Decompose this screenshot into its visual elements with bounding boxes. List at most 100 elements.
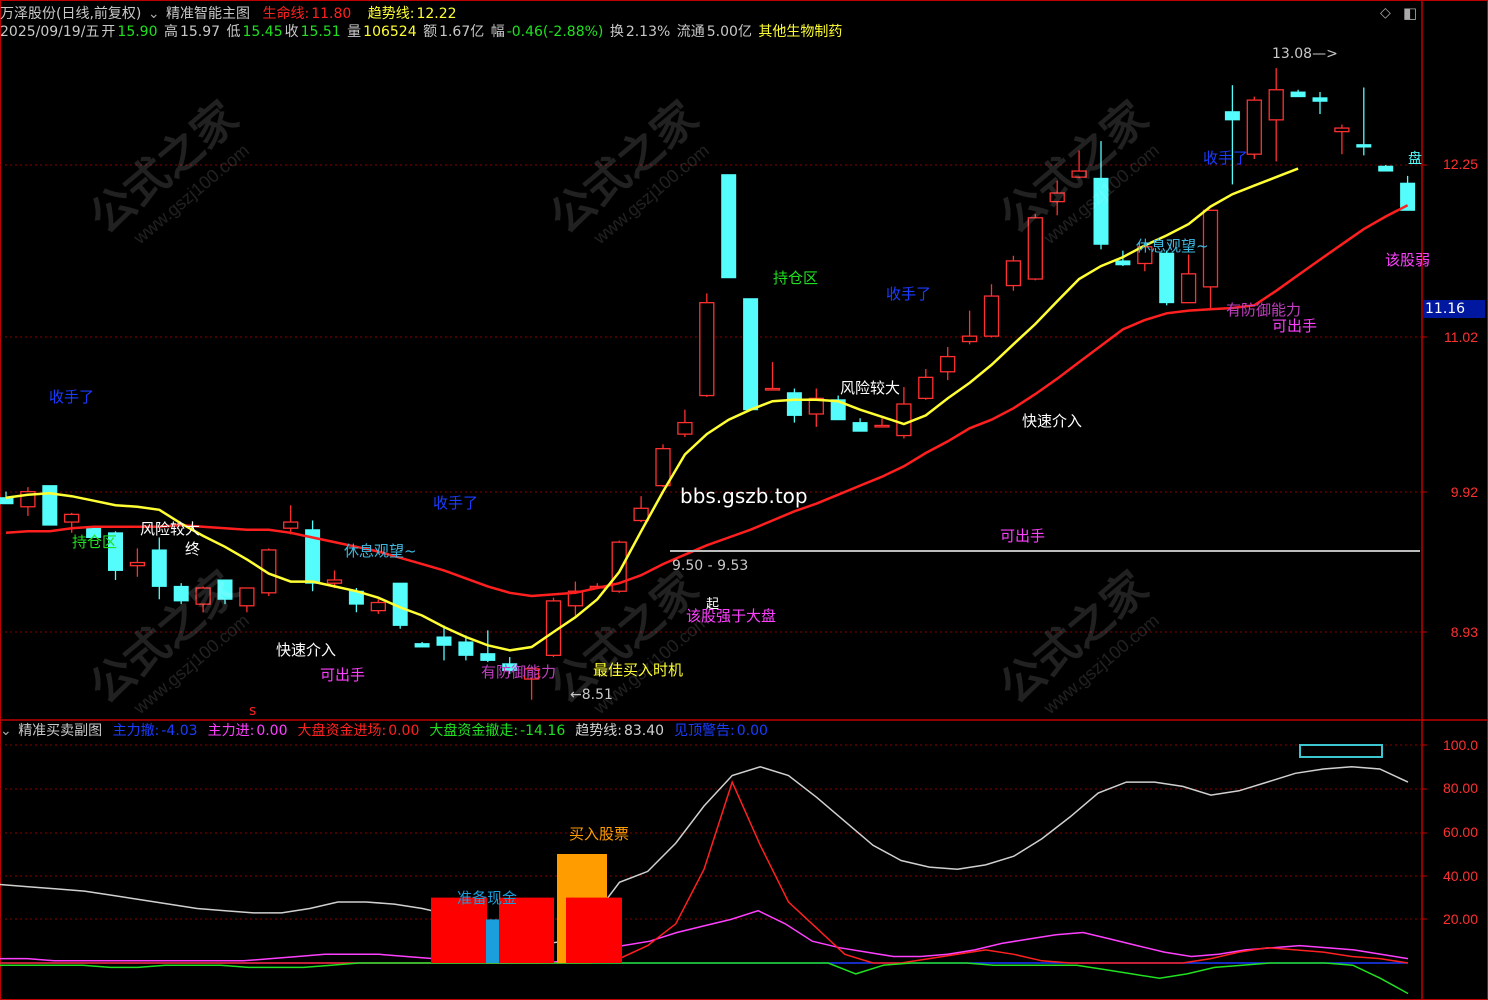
candle — [1400, 175, 1416, 211]
candle — [940, 347, 956, 381]
price-tick: 12.25 — [1442, 156, 1478, 172]
candle — [743, 298, 759, 411]
candle-body — [677, 421, 693, 435]
candle-body — [1071, 170, 1087, 178]
stock-title[interactable]: 万泽股份(日线,前复权) — [0, 6, 141, 22]
candle-body — [655, 447, 671, 487]
high-label: 高 — [163, 24, 178, 40]
candle-body — [1334, 127, 1350, 133]
candle — [1027, 214, 1043, 281]
indicator-name[interactable]: 精准智能主图 — [166, 6, 250, 22]
candle-body — [1115, 260, 1131, 266]
price-tick: 11.02 — [1444, 329, 1478, 345]
candle — [1290, 89, 1306, 98]
sub-indicator-label: 主力撤: — [112, 723, 160, 739]
open-value: 15.90 — [117, 24, 158, 40]
sector-name[interactable]: 其他生物制药 — [758, 24, 842, 40]
dropdown-icon[interactable]: ⌄ — [148, 6, 160, 22]
candle — [721, 174, 737, 279]
sub-indicator-name[interactable]: 精准买卖副图 — [18, 723, 102, 739]
life-line — [5, 204, 1409, 598]
candle — [983, 284, 1000, 338]
candle-body — [1027, 217, 1043, 280]
candle-body — [1356, 144, 1372, 148]
sub-indicator-label: 大盘资金撤走: — [429, 723, 519, 739]
candle-body — [326, 579, 343, 584]
candle-body — [1312, 97, 1328, 102]
candle — [1356, 87, 1372, 156]
candle — [633, 496, 649, 523]
start-label: 起 — [706, 597, 720, 612]
sub-indicator-value: 0.00 — [736, 723, 768, 739]
stronger-than-market-label: 该股强于大盘 — [686, 607, 777, 625]
stop-label: 收手了 — [886, 285, 932, 303]
market-out-line — [0, 962, 1409, 995]
amount-value: 1.67亿 — [439, 24, 485, 40]
best-buy-label: 最佳买入时机 — [593, 661, 684, 679]
change-value: -0.46(-2.88%) — [506, 24, 604, 40]
candle-body — [896, 403, 912, 437]
stop-label: 收手了 — [49, 388, 95, 406]
rest-label: 休息观望~ — [344, 542, 417, 560]
sub-tick: 80.00 — [1442, 780, 1478, 796]
sub-indicator-item: 大盘资金撤走: -14.16 — [429, 723, 567, 739]
low-value: 15.45 — [242, 24, 283, 40]
quote-date: 2025/09/19/五 — [0, 24, 100, 40]
candle-body — [1049, 192, 1065, 203]
candle-body — [129, 561, 146, 567]
trend-line-label: 趋势线: — [367, 6, 415, 22]
website-label: bbs.gszb.top — [680, 484, 808, 508]
life-line-value: 11.80 — [311, 6, 352, 22]
sub-bar — [431, 897, 487, 963]
candle — [961, 310, 978, 345]
candle — [567, 581, 584, 616]
turnover-label: 换 — [609, 24, 624, 40]
candle — [1224, 85, 1240, 185]
candle-body — [1180, 273, 1197, 304]
window-toggle-icon[interactable]: ◧ — [1403, 4, 1417, 22]
sub-indicator-value: -4.03 — [161, 723, 198, 739]
life-line-label: 生命线: — [262, 6, 310, 22]
candle — [1202, 209, 1219, 308]
sub-chart-bars — [431, 854, 622, 963]
defense-label: 有防御能力 — [481, 663, 557, 681]
risk-label: 风险较大 — [840, 379, 901, 397]
float-label: 流通 — [676, 24, 705, 40]
candle-body — [1290, 91, 1306, 98]
candle-body — [786, 392, 802, 416]
candle — [1159, 250, 1175, 306]
candle-body — [195, 587, 211, 605]
price-tick: 9.92 — [1450, 484, 1478, 500]
sub-indicator-value: 0.00 — [388, 723, 420, 739]
candle-body — [918, 376, 934, 400]
sub-indicator-value: 83.40 — [623, 723, 665, 739]
sub-indicator-value: -14.16 — [520, 723, 566, 739]
candle-body — [217, 579, 233, 600]
candle-body — [1268, 89, 1284, 121]
candle — [1071, 150, 1087, 179]
sub-indicator-item: 见顶警告: 0.00 — [674, 723, 770, 739]
candle-body — [1005, 260, 1022, 287]
sub-dropdown-icon[interactable]: ⌄ — [0, 723, 12, 739]
candle-body — [151, 549, 167, 587]
stop-label: 收手了 — [1203, 149, 1249, 167]
weaker-label: 该股弱 — [1385, 251, 1431, 269]
candle — [655, 444, 671, 488]
stop-label: 收手了 — [433, 494, 479, 512]
volume-value: 106524 — [363, 24, 417, 40]
diamond-icon[interactable]: ◇ — [1380, 5, 1391, 21]
candle-body — [852, 422, 868, 432]
candle — [1334, 124, 1350, 155]
range-label: 9.50 - 9.53 — [672, 558, 749, 574]
sub-header: ⌄ 精准买卖副图 主力撤: -4.03 主力进: 0.00 大盘资金进场: 0.00 大盘资… — [0, 722, 780, 740]
can-buy-label: 可出手 — [320, 666, 366, 684]
change-label: 幅 — [490, 24, 505, 40]
candle — [1005, 255, 1022, 291]
turnover-value: 2.13% — [625, 24, 671, 40]
rest-label: 休息观望~ — [1136, 237, 1209, 255]
close-label: 收 — [284, 24, 299, 40]
end-label: 终 — [185, 540, 201, 558]
candle — [195, 586, 211, 613]
candle — [173, 583, 189, 605]
candle — [1268, 68, 1284, 162]
